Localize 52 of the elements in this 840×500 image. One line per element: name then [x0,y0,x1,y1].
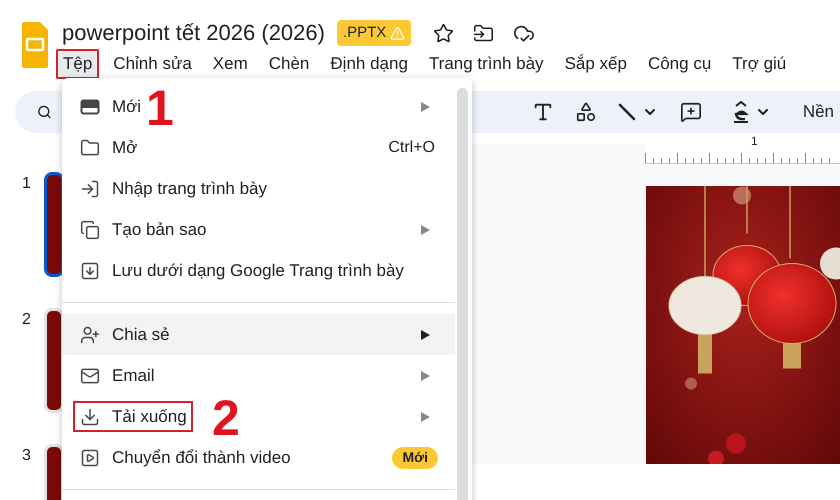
move-folder-icon[interactable] [473,22,494,44]
file-type-badge[interactable]: .PPTX [336,20,412,46]
folder-icon [80,138,100,158]
play-icon [80,448,100,468]
menu-bar-item[interactable]: Sắp xếp [558,49,634,79]
menu-item[interactable]: Email [62,355,455,396]
add-comment-icon[interactable] [680,101,702,123]
add-person-icon [80,324,100,344]
mail-icon [80,366,100,386]
step-number: 2 [212,398,240,439]
menu-item[interactable]: Lưu dưới dạng Google Trang trình bày [62,250,455,291]
window-icon [80,96,100,116]
submenu-arrow-icon [421,412,430,422]
menu-bar-item[interactable]: Công cụ [640,49,718,79]
submenu-arrow-icon [421,224,430,234]
theme-icon[interactable] [732,101,750,123]
line-icon[interactable] [616,102,637,122]
new-badge: Mới [392,446,438,468]
submenu-arrow-icon [421,370,430,380]
menu-bar-item[interactable]: Tệp [56,49,100,79]
shortcut-text: Ctrl+O [388,138,435,158]
submenu-arrow-icon [421,102,430,112]
highlight-box: Tải xuống [73,401,193,432]
menu-bar-item[interactable]: Chỉnh sửa [106,49,199,79]
slide-number: 3 [22,446,31,466]
menu-item[interactable]: Chuyển đổi thành video Mới [62,437,455,478]
slide-number: 2 [22,310,31,330]
menu-item[interactable]: Nhập trang trình bày [62,168,455,209]
menu-item[interactable]: Chia sẻ [62,314,455,355]
copy-icon [80,220,100,240]
menu-bar-item[interactable]: Xem [206,49,255,79]
import-icon [80,178,100,198]
menu-bar-item[interactable]: Chèn [262,49,316,79]
warning-icon [390,26,406,40]
menu-item[interactable]: Tạo bản sao [62,209,455,250]
ruler-mark: 1 [751,133,758,150]
slide-thumbnail[interactable] [44,172,64,277]
menu-item[interactable]: Tải xuống 2 [62,396,455,437]
menu-bar-item[interactable]: Định dạng [323,49,415,79]
scrollbar[interactable] [457,88,468,500]
slide-number: 1 [22,174,31,194]
submenu-arrow-icon [421,330,430,340]
menu-item[interactable]: Mở Ctrl+O [62,127,455,168]
step-number: 1 [146,88,174,129]
menu-bar-item[interactable]: Trợ giú [725,49,794,79]
document-title[interactable]: powerpoint tết 2026 (2026) [62,22,325,44]
download-icon [80,406,100,426]
menu-bar-item[interactable]: Trang trình bày [422,49,551,79]
background-button[interactable]: Nền [796,99,840,125]
star-icon[interactable] [433,22,454,44]
save-icon [80,260,100,280]
shapes-icon[interactable] [574,101,597,123]
